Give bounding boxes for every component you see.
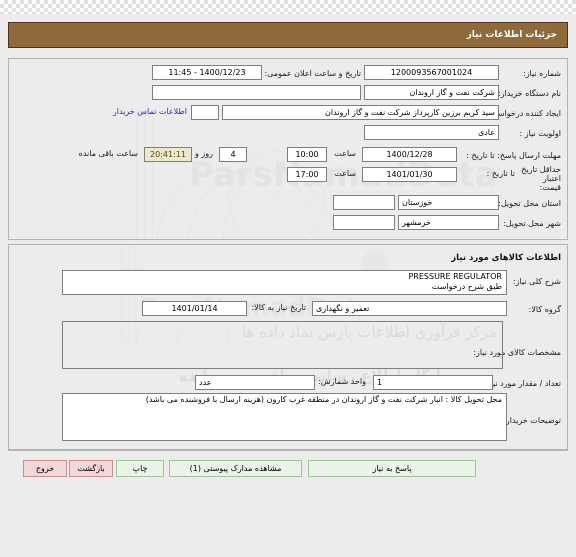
transparency-strip xyxy=(0,0,576,14)
respond-to-need-button[interactable]: پاسخ به نیاز xyxy=(308,460,476,477)
price-validity-until-label: تا تاریخ : xyxy=(486,169,515,178)
general-desc-line1: PRESSURE REGULATOR xyxy=(408,272,502,281)
response-deadline-label: مهلت ارسال پاسخ: تا تاریخ : xyxy=(466,151,561,160)
general-desc-line2: طبق شرح درخواست xyxy=(431,282,502,291)
province-value: خوزستان xyxy=(398,195,499,210)
row-general-desc: شرح کلی نیاز: xyxy=(513,274,561,290)
row-response-deadline: مهلت ارسال پاسخ: تا تاریخ : xyxy=(466,148,561,164)
quantity-label: تعداد / مقدار مورد نیاز: xyxy=(483,379,561,388)
goods-info-panel: ParsNamadData مرکز فرآوری اطلاعات پارس ن… xyxy=(8,244,568,450)
response-deadline-time-label: ساعت xyxy=(334,149,356,158)
countdown-suffix-label: ساعت باقی مانده xyxy=(78,149,138,158)
goods-section-title: اطلاعات کالاهای مورد نیاز xyxy=(451,253,561,263)
buyer-notes-label: توضیحات خریدار: xyxy=(503,416,561,425)
quantity-value: 1 xyxy=(373,375,493,390)
goods-group-value: تعمیر و نگهداری xyxy=(312,301,507,316)
contact-info-field xyxy=(191,105,219,120)
city-label: شهر محل تحویل: xyxy=(503,219,561,228)
page-title: جزئیات اطلاعات نیاز xyxy=(466,30,557,40)
row-goods-group: گروه کالا: xyxy=(529,302,561,318)
ready-date-label: تاریخ نیاز به کالا: xyxy=(251,303,306,312)
page-header-bar: جزئیات اطلاعات نیاز xyxy=(8,22,568,48)
back-button[interactable]: بازگشت xyxy=(69,460,113,477)
row-public-announce-label: تاریخ و ساعت اعلان عمومی: xyxy=(264,66,361,82)
row-city: شهر محل تحویل: xyxy=(503,216,561,232)
response-deadline-time: 10:00 xyxy=(287,147,327,162)
row-province: استان محل تحویل: xyxy=(498,196,561,212)
priority-value: عادی xyxy=(364,125,499,140)
specs-value xyxy=(62,321,503,369)
priority-label: اولویت نیاز : xyxy=(519,129,561,138)
city-value: خرمشهر xyxy=(398,215,499,230)
action-buttons-panel: پاسخ به نیاز مشاهده مدارک پیوستی (1) چاپ… xyxy=(8,454,568,488)
ready-date-value: 1401/01/14 xyxy=(142,301,247,316)
remaining-days-unit-label: روز و xyxy=(195,149,213,158)
public-announce-value: 1400/12/23 - 11:45 xyxy=(152,65,262,80)
price-validity-time-label: ساعت xyxy=(334,169,356,178)
buyer-org-label: نام دستگاه خریدار: xyxy=(498,89,561,98)
row-quantity: تعداد / مقدار مورد نیاز: xyxy=(484,376,561,392)
countdown-timer: 20:41:11 xyxy=(144,147,192,162)
view-attached-docs-button[interactable]: مشاهده مدارک پیوستی (1) xyxy=(169,460,302,477)
need-number-label: شماره نیاز: xyxy=(523,69,561,78)
response-deadline-date: 1400/12/28 xyxy=(362,147,457,162)
buyer-contact-link[interactable]: اطلاعات تماس خریدار xyxy=(113,107,187,116)
need-number-value: 1200093567001024 xyxy=(364,65,499,80)
exit-button[interactable]: خروج xyxy=(23,460,67,477)
general-desc-value: PRESSURE REGULATOR طبق شرح درخواست xyxy=(62,270,507,295)
remaining-days-value: 4 xyxy=(219,147,247,162)
row-buyer-org: نام دستگاه خریدار: xyxy=(498,86,561,102)
province-label: استان محل تحویل: xyxy=(498,199,561,208)
page-content: جزئیات اطلاعات نیاز ParsNamadData شماره … xyxy=(0,14,576,557)
row-need-number: شماره نیاز: xyxy=(523,66,561,82)
general-desc-label: شرح کلی نیاز: xyxy=(512,277,561,286)
price-validity-label: حداقل تاریخ اعتبار قیمت: xyxy=(521,165,561,192)
price-validity-time: 17:00 xyxy=(287,167,327,182)
row-priority: اولویت نیاز : xyxy=(520,126,561,142)
buyer-org-extra-field xyxy=(152,85,361,100)
panel-divider xyxy=(8,450,568,451)
goods-group-label: گروه کالا: xyxy=(528,305,561,314)
unit-value: عدد xyxy=(195,375,315,390)
need-info-panel: ParsNamadData شماره نیاز: 12000935670010… xyxy=(8,58,568,240)
buyer-notes-value: محل تحویل کالا : انبار شرکت نفت و گاز ار… xyxy=(62,393,507,441)
public-announce-label: تاریخ و ساعت اعلان عمومی: xyxy=(264,69,361,78)
price-validity-date: 1401/01/30 xyxy=(362,167,457,182)
row-price-validity: حداقل تاریخ اعتبار قیمت: xyxy=(519,165,561,192)
province-extra-field xyxy=(333,195,395,210)
page-root: جزئیات اطلاعات نیاز ParsNamadData شماره … xyxy=(0,0,576,557)
city-extra-field xyxy=(333,215,395,230)
request-creator-value: سید کریم برزین کارپرداز شرکت نفت و گاز ا… xyxy=(222,105,499,120)
unit-label: واحد شمارش: xyxy=(318,377,366,386)
row-buyer-notes: توضیحات خریدار: xyxy=(503,413,561,429)
print-button[interactable]: چاپ xyxy=(116,460,164,477)
buyer-org-value: شرکت نفت و گاز اروندان xyxy=(364,85,499,100)
